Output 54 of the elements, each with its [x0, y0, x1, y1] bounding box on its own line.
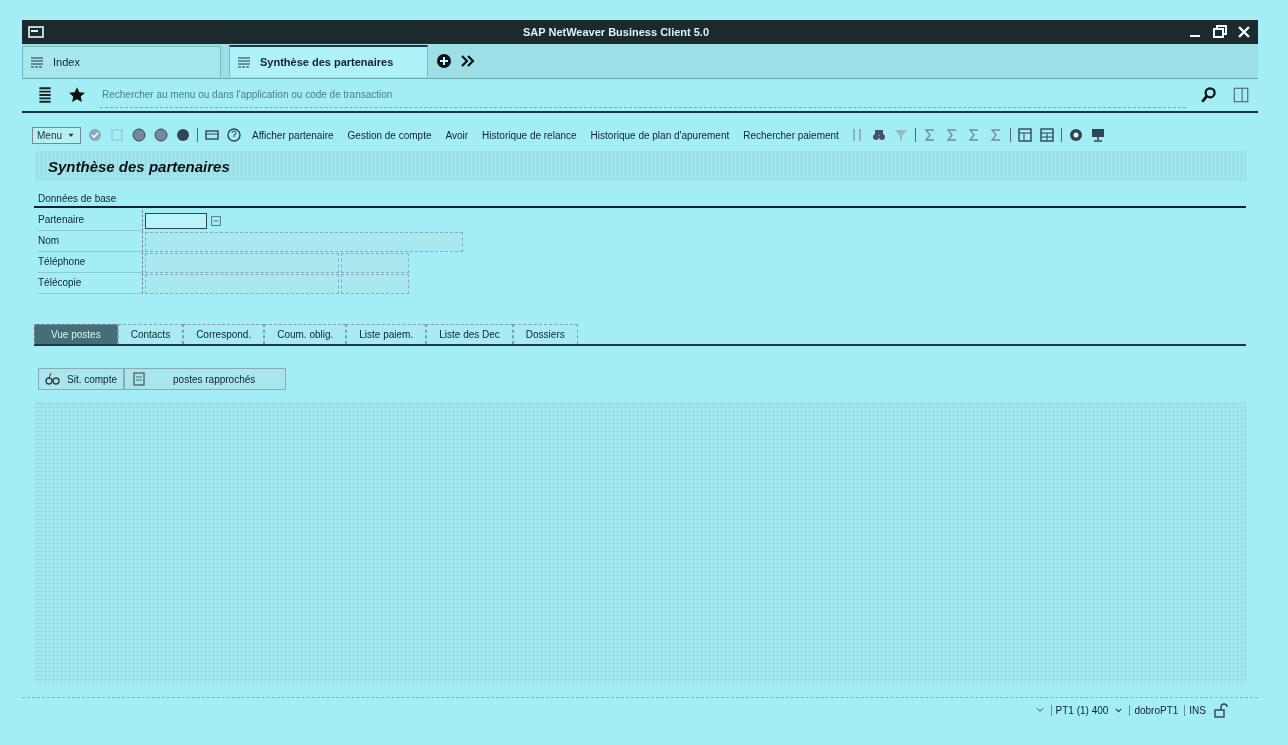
toolbar-button[interactable]: Afficher partenaire	[248, 129, 338, 141]
account-button[interactable]: Sit. compte	[38, 368, 125, 390]
content-tab[interactable]: Coum. oblig.	[264, 324, 347, 344]
toolbar-button[interactable]: Historique de plan d'apurement	[586, 129, 734, 141]
list-icon	[236, 54, 252, 70]
section-title: Données de base	[34, 181, 1246, 208]
check-icon[interactable]	[87, 127, 103, 143]
field-label: Téléphone	[38, 252, 143, 273]
input-field[interactable]	[145, 212, 207, 229]
window-tab[interactable]: Synthèse des partenaires	[229, 45, 428, 77]
add-icon[interactable]	[436, 53, 452, 69]
glasses-icon	[45, 371, 61, 387]
restore-icon[interactable]	[1212, 24, 1228, 40]
table-icon[interactable]	[1016, 127, 1033, 143]
toolbar-button[interactable]: Rechercher paiement	[739, 129, 843, 141]
content-tab[interactable]: Liste des Dec	[426, 324, 513, 344]
search-field[interactable]: Rechercher au menu ou dans l'application ou code de transaction	[100, 82, 1186, 108]
toolbar-button[interactable]: Historique de relance	[478, 129, 581, 141]
display-field	[341, 273, 409, 294]
toolbar-button[interactable]: Gestion de compte	[343, 129, 436, 141]
content-tab[interactable]: Correspond.	[183, 324, 265, 344]
menu-button[interactable]: Menu	[32, 126, 81, 144]
display-icon[interactable]	[204, 127, 220, 143]
document-icon	[131, 371, 148, 387]
star-icon[interactable]	[68, 86, 86, 104]
content-tab[interactable]: Dossiers	[512, 324, 578, 344]
toolbar-button[interactable]: Avoir	[441, 129, 473, 141]
window-tab[interactable]: Index	[22, 45, 221, 77]
monitor-icon[interactable]	[1089, 127, 1106, 143]
window-icon[interactable]	[28, 24, 44, 40]
field-label: Partenaire	[38, 210, 143, 231]
content-tab[interactable]: Vue postes	[34, 324, 118, 344]
help-icon[interactable]	[226, 127, 242, 143]
chevrons-icon[interactable]	[460, 53, 476, 69]
system-info[interactable]: PT1 (1) 400	[1050, 704, 1109, 716]
table-icon[interactable]	[1038, 127, 1055, 143]
content-tab[interactable]: Liste paiem.	[346, 324, 427, 344]
close-icon[interactable]	[1236, 24, 1252, 40]
items-button[interactable]: postes rapprochés	[124, 368, 287, 390]
search-icon[interactable]	[1200, 86, 1218, 104]
window-title: SAP NetWeaver Business Client 5.0	[521, 26, 711, 38]
content-tab[interactable]: Contacts	[117, 324, 184, 344]
lock-icon[interactable]	[1212, 702, 1228, 718]
field-label: Nom	[38, 231, 143, 252]
panel-icon[interactable]	[1232, 86, 1250, 104]
menu-icon[interactable]	[36, 86, 54, 104]
display-field	[341, 252, 409, 273]
page-title: Synthèse des partenaires	[48, 157, 230, 175]
binoculars-icon[interactable]	[870, 127, 887, 143]
expand-icon[interactable]	[1034, 705, 1045, 715]
field-label: Télécopie	[38, 273, 143, 294]
value-help-icon[interactable]	[209, 213, 223, 228]
input-mode: INS	[1184, 704, 1206, 716]
host-name: dobroPT1	[1129, 704, 1179, 716]
